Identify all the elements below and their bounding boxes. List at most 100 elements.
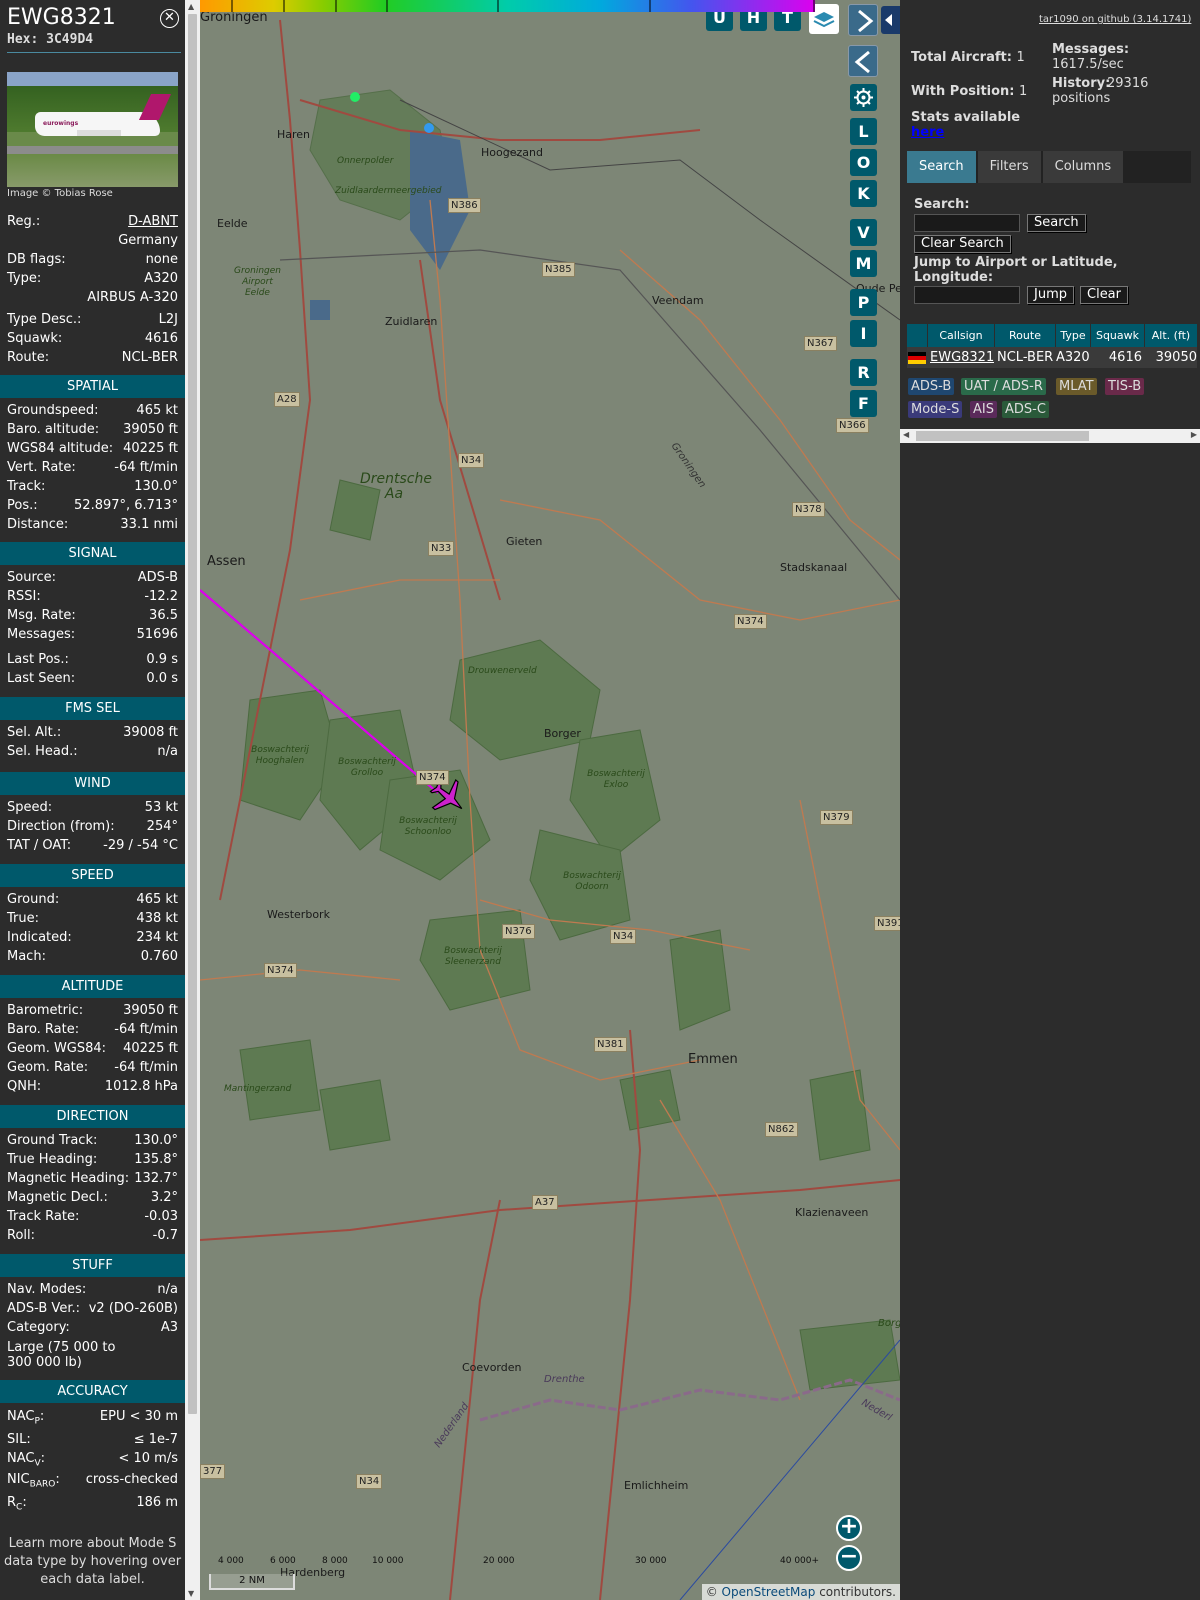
- col-route[interactable]: Route: [995, 324, 1055, 347]
- info-label: Track Rate:: [7, 1209, 80, 1224]
- info-label: Ground Track:: [7, 1133, 98, 1148]
- colorbar-label: 40 000+: [780, 1556, 820, 1566]
- tab-columns[interactable]: Columns: [1042, 151, 1124, 183]
- info-row-altitude: Geom. Rate: -64 ft/min: [7, 1059, 178, 1076]
- stats-here-link[interactable]: here: [911, 125, 944, 140]
- zoom-in-button[interactable]: +: [836, 1515, 862, 1541]
- map-canvas[interactable]: [200, 0, 900, 1600]
- zoom-out-button[interactable]: −: [836, 1545, 862, 1571]
- place-label: Zuidlaardermeergebied: [335, 186, 442, 196]
- info-row-country: Germany: [118, 233, 178, 248]
- info-row-type-full: AIRBUS A-320: [87, 290, 178, 305]
- info-value: 130.0°: [134, 479, 178, 494]
- map-view[interactable]: Groningen Haren Hoogezand Onnerpolder Zu…: [200, 0, 900, 1600]
- info-row-sil: SIL: ≤ 1e-7: [7, 1432, 178, 1447]
- table-horizontal-scrollbar[interactable]: ◀ ▶: [900, 429, 1200, 443]
- info-value: 130.0°: [134, 1133, 178, 1148]
- clear-search-button[interactable]: Clear Search: [914, 235, 1011, 253]
- image-credit: Image © Tobias Rose: [7, 188, 113, 199]
- info-row-signal: Msg. Rate: 36.5: [7, 607, 178, 624]
- clear-button[interactable]: Clear: [1080, 286, 1128, 304]
- info-value: 33.1 nmi: [120, 517, 178, 532]
- info-row-nacp: NACP: EPU < 30 m: [7, 1409, 178, 1427]
- jump-button[interactable]: Jump: [1027, 286, 1074, 304]
- place-label: Boswachterij Grolloo: [338, 757, 396, 778]
- colorbar-label: 4 000: [218, 1556, 244, 1566]
- right-panel: tar1090 on github (3.14.1741) Total Airc…: [900, 0, 1200, 1600]
- map-button-i[interactable]: I: [850, 320, 877, 347]
- info-value: 254°: [146, 819, 178, 834]
- info-label: Mach:: [7, 949, 46, 964]
- close-icon[interactable]: ✕: [160, 9, 179, 28]
- info-row-speed: True: 438 kt: [7, 910, 178, 927]
- registration-link[interactable]: D-ABNT: [128, 213, 178, 230]
- info-value: ADS-B: [137, 570, 178, 585]
- info-label: Last Pos.:: [7, 652, 69, 667]
- info-value: 40225 ft: [123, 1041, 178, 1056]
- map-button-k[interactable]: K: [850, 180, 877, 207]
- col-type[interactable]: Type: [1056, 324, 1090, 347]
- info-value: -64 ft/min: [114, 460, 178, 475]
- road-shield: N33: [428, 541, 455, 556]
- road-shield: N379: [820, 810, 853, 825]
- map-attribution: © OpenStreetMap contributors.: [701, 1584, 900, 1600]
- stat-messages: 1617.5/sec: [1052, 57, 1124, 72]
- map-button-r[interactable]: R: [850, 359, 877, 386]
- info-value: -29 / -54 °C: [103, 838, 178, 853]
- place-label: Boswachterij Schoonloo: [399, 816, 457, 837]
- road-shield: N386: [448, 198, 481, 213]
- info-row-spatial: Track: 130.0°: [7, 478, 178, 495]
- scrollbar-thumb[interactable]: [188, 14, 197, 1414]
- info-row-signal: RSSI: -12.2: [7, 588, 178, 605]
- info-label: Pos.:: [7, 498, 38, 513]
- col-squawk[interactable]: Squawk: [1091, 324, 1144, 347]
- info-label: Sel. Alt.:: [7, 725, 62, 740]
- chevron-left-icon[interactable]: [848, 45, 878, 77]
- info-row-signal: Source: ADS-B: [7, 569, 178, 586]
- tab-filters[interactable]: Filters: [977, 151, 1041, 183]
- section-signal: SIGNAL: [0, 542, 185, 565]
- section-altitude: ALTITUDE: [0, 975, 185, 998]
- osm-link[interactable]: OpenStreetMap: [722, 1585, 816, 1599]
- map-button-o[interactable]: O: [850, 149, 877, 176]
- map-button-v[interactable]: V: [850, 219, 877, 246]
- info-row-nacv: NACV: < 10 m/s: [7, 1451, 178, 1469]
- info-panel-scrollbar[interactable]: ▲ ▼: [185, 0, 200, 1600]
- place-label: Boswachterij Odoorn: [563, 871, 621, 892]
- road-shield: A37: [532, 1195, 558, 1210]
- info-row-spatial: Pos.: 52.897°, 6.713°: [7, 497, 178, 514]
- jump-input[interactable]: [914, 286, 1020, 304]
- info-label: Last Seen:: [7, 671, 76, 686]
- map-button-l[interactable]: L: [850, 118, 877, 145]
- info-label: Sel. Head.:: [7, 744, 78, 759]
- info-row-reg: Reg.: D-ABNT: [7, 213, 178, 230]
- colorbar-label: 10 000: [372, 1556, 404, 1566]
- col-callsign[interactable]: Callsign: [928, 324, 994, 347]
- table-row[interactable]: EWG8321 NCL-BER A320 4616 39050: [907, 347, 1197, 368]
- search-button[interactable]: Search: [1027, 214, 1086, 232]
- info-label: True Heading:: [7, 1152, 98, 1167]
- scrollbar-thumb[interactable]: [916, 431, 1089, 441]
- aircraft-photo[interactable]: eurowings: [7, 72, 178, 187]
- receiver-marker-blue[interactable]: [424, 123, 434, 133]
- receiver-marker-green[interactable]: [350, 92, 360, 102]
- info-row-direction: True Heading: 135.8°: [7, 1151, 178, 1168]
- tab-search[interactable]: Search: [907, 151, 976, 183]
- info-label: Indicated:: [7, 930, 72, 945]
- chevron-right-icon[interactable]: [848, 4, 878, 36]
- legend-uat: UAT / ADS-R: [961, 378, 1046, 395]
- expand-horizontal-icon[interactable]: [881, 6, 900, 34]
- info-label: Baro. Rate:: [7, 1022, 80, 1037]
- row-callsign[interactable]: EWG8321: [928, 347, 994, 368]
- col-flag[interactable]: [907, 324, 927, 347]
- map-button-f[interactable]: F: [850, 390, 877, 417]
- search-input[interactable]: [914, 214, 1020, 232]
- road-shield: N391: [874, 916, 900, 931]
- colorbar-label: 30 000: [635, 1556, 667, 1566]
- map-button-m[interactable]: M: [850, 250, 877, 277]
- map-button-p[interactable]: P: [850, 289, 877, 316]
- info-label: Msg. Rate:: [7, 608, 76, 623]
- gear-icon[interactable]: [850, 84, 877, 111]
- col-altitude[interactable]: Alt. (ft): [1145, 324, 1197, 347]
- github-link[interactable]: tar1090 on github (3.14.1741): [1039, 14, 1191, 25]
